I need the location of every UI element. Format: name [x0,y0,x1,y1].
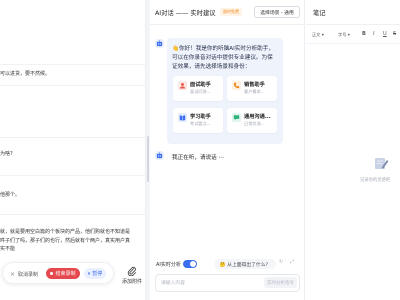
greeting-line: 👋你好！我是你的听脑AI实时分析助手， [172,46,274,52]
ai-analysis-toggle[interactable] [183,260,197,268]
close-icon: × [10,270,16,278]
bot-icon [156,40,163,47]
chat-input[interactable] [161,279,256,288]
stop-icon [50,272,54,275]
strikethrough-button[interactable]: S [393,31,396,37]
notes-title: 笔记 [313,10,326,17]
divider [0,85,145,86]
scene-card-study[interactable]: 学习助手 考试要点... [173,108,223,133]
cancel-recording-button[interactable]: × 取消录制 [10,269,38,279]
divider [0,175,145,176]
scene-card-interview[interactable]: 面试助手 面试问答... [173,76,223,101]
ai-avatar [155,151,164,160]
transcript-paragraph: 就，就是要用空白篇的个板块的产品，他们购就也不知道是 吽子们了吗，那子们的也行，… [0,229,131,252]
end-recording-button[interactable]: 结束录制 [46,268,80,279]
empty-notes-text: 记录你的灵感吧 [360,178,391,183]
divider [0,64,145,65]
scene-card-general[interactable]: 通用沟通... 日常交流... [227,108,277,133]
ai-listening-message: 我正在听，请说话 ⋯ [172,155,225,161]
book-icon [178,113,187,122]
divider [306,24,400,25]
divider [0,214,145,215]
italic-button[interactable]: I [373,31,374,37]
divider [0,137,145,138]
toggle-knob [190,261,196,267]
person-icon [178,81,187,90]
greeting-line: 可以在你录音对话中提供专业建议。为保 [172,55,273,61]
send-button[interactable]: 实时分析指令 [264,277,297,288]
transcript-line: 可以进货，要不然候。 [0,71,51,77]
note-edit-icon [375,158,389,169]
paperclip-icon [127,266,136,276]
chat-icon [232,113,241,122]
greeting-line: 证效果，请先选择场景和身份： [172,64,251,70]
bold-button[interactable]: B [362,31,366,37]
transcript-line: 为啥? [0,151,13,157]
scrollbar-thumb[interactable] [147,136,149,182]
underline-button[interactable]: U [383,31,387,37]
font-size-select[interactable]: 字号 ▾ [338,32,350,38]
panel-title: AI对话 —— 实时建议 [155,10,216,17]
ai-analysis-label: AI实时分析 [156,262,181,268]
transcript-line: 他那个。 [0,192,21,198]
refresh-icon[interactable]: ↻ [279,259,283,265]
divider [306,43,400,44]
text-style-select[interactable]: 正文 ▾ [312,32,324,38]
phone-icon [232,81,241,90]
bot-icon [156,152,163,159]
divider [150,24,305,25]
scene-card-sales[interactable]: 销售助手 客户需求... [227,76,277,101]
select-scene-button[interactable]: 选择场景 - 通用 [254,6,300,18]
transcript-panel: 可以进货，要不然候。 为啥? 他那个。 就，就是要用空白篇的个板块的产品，他们购… [0,0,146,300]
add-attachment-button[interactable]: 添加附件 [118,262,146,288]
suggested-question-chip[interactable]: 🤔 从上面得出了什么？ [214,259,276,269]
expand-icon[interactable]: ⤢ [290,259,294,265]
pause-icon: ⏸ [87,270,91,277]
pause-button[interactable]: ⏸ 暂停 [84,268,106,279]
free-badge: 限时免费 [220,8,242,16]
ai-avatar [155,39,164,48]
